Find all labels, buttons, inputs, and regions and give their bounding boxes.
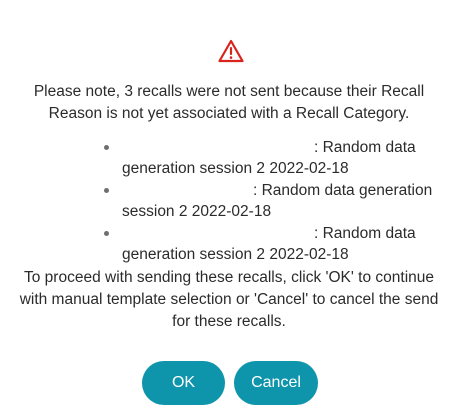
list-item: : Random data generation session 2 2022-… xyxy=(104,137,444,179)
proceed-instructions: To proceed with sending these recalls, c… xyxy=(19,269,439,330)
unsent-recall-list: : Random data generation session 2 2022-… xyxy=(104,137,444,266)
item-label-continued: generation session 2 2022-02-18 xyxy=(122,246,349,263)
item-label: : Random data generation xyxy=(253,182,433,199)
warning-triangle-icon xyxy=(218,39,244,63)
item-label: : Random data xyxy=(314,225,416,242)
item-label-continued: generation session 2 2022-02-18 xyxy=(122,160,349,177)
bullet-icon xyxy=(104,145,109,150)
list-item: : Random data generation session 2 2022-… xyxy=(104,223,444,265)
item-label-continued: session 2 2022-02-18 xyxy=(122,203,272,220)
dialog-message: Please note, 3 recalls were not sent bec… xyxy=(33,83,425,122)
recall-warning-dialog: Please note, 3 recalls were not sent bec… xyxy=(0,0,458,414)
cancel-button[interactable]: Cancel xyxy=(234,361,318,405)
bullet-icon xyxy=(104,231,109,236)
item-label: : Random data xyxy=(314,139,416,156)
list-item: : Random data generation session 2 2022-… xyxy=(104,180,444,222)
bullet-icon xyxy=(104,188,109,193)
ok-button[interactable]: OK xyxy=(142,361,225,405)
